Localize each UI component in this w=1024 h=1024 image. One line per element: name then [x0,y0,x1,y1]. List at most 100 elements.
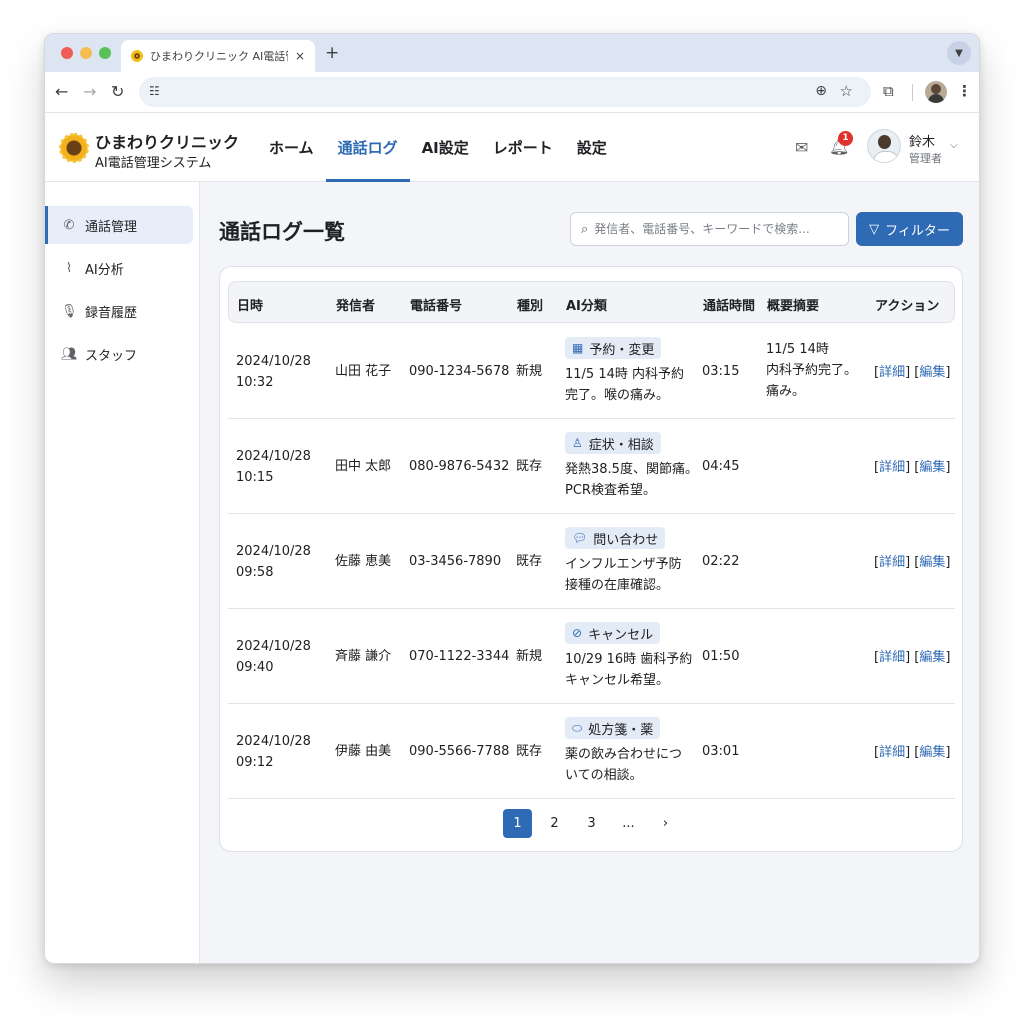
nav-reports[interactable]: レポート [481,113,565,182]
table-row: 2024/10/28 10:32 山田 花子 090-1234-5678 新規 ▦… [228,324,955,419]
browser-toolbar: ← → ↻ ☷ ⊕ ☆ ⧉ ⋮ [45,72,979,113]
column-header-duration[interactable]: 通話時間 [703,295,755,314]
row-type: 新規 [516,364,543,379]
row-datetime: 2024/10/28 09:12 [236,734,311,770]
next-page-chevron-icon[interactable]: › [651,809,680,838]
row-duration: 04:45 [702,459,740,474]
users-icon: 👥︎ [61,346,78,362]
row-phone: 03-3456-7890 [409,554,502,569]
ai-summary-text: 10/29 16時 歯科予約 キャンセル希望。 [565,652,693,688]
edit-link[interactable]: 編集 [919,745,945,760]
detail-link[interactable]: 詳細 [879,460,905,475]
browser-window: ひまわりクリニック AI電話管理 × + ▼ ← → ↻ ☷ ⊕ ☆ ⧉ ⋮ ひ… [44,33,980,964]
forward-arrow-icon[interactable]: → [83,82,96,102]
row-datetime: 2024/10/28 09:40 [236,639,311,675]
bookmark-star-icon[interactable]: ☆ [840,82,853,100]
browser-tab[interactable]: ひまわりクリニック AI電話管理 × [121,40,315,72]
page-1-button[interactable]: 1 [503,809,532,838]
row-actions: [詳細] [編集] [874,650,951,665]
row-caller: 佐藤 恵美 [335,554,392,569]
zoom-icon[interactable]: ⊕ [815,83,827,99]
cancel-icon: ⊘ [572,626,583,640]
sidebar-item-recording-history[interactable]: 🎙︎ 録音履歴 [45,292,193,330]
user-name[interactable]: 鈴木 [909,131,935,150]
sunflower-logo-icon [59,133,89,163]
nav-settings[interactable]: 設定 [565,113,619,182]
mail-icon[interactable]: ✉ [795,138,808,157]
row-phone: 070-1122-3344 [409,649,510,664]
sidebar-item-call-management[interactable]: ✆ 通話管理 [45,206,193,244]
edit-link[interactable]: 編集 [919,555,945,570]
tab-close-icon[interactable]: × [295,49,305,63]
close-window-button[interactable] [61,47,73,59]
sidebar-item-staff[interactable]: 👥︎ スタッフ [45,335,193,373]
row-type: 既存 [516,459,543,474]
address-bar[interactable]: ☷ ⊕ ☆ [139,77,871,107]
site-settings-icon[interactable]: ☷ [149,84,160,98]
column-header-ai-category[interactable]: AI分類 [566,295,607,314]
column-header-type[interactable]: 種別 [517,295,543,314]
row-duration: 02:22 [702,554,740,569]
filter-button[interactable]: ▽ フィルター [856,212,963,246]
row-caller: 田中 太郎 [335,459,392,474]
pagination: 1 2 3 ... › [503,809,680,838]
detail-link[interactable]: 詳細 [879,555,905,570]
page-3-button[interactable]: 3 [577,809,606,838]
nav-ai-settings[interactable]: AI設定 [410,113,481,182]
detail-link[interactable]: 詳細 [879,365,905,380]
person-icon: ♙ [572,436,583,450]
ai-category-badge: ▦ 予約・変更 [565,337,662,359]
pill-icon: ⬭ [572,720,583,735]
nav-call-log[interactable]: 通話ログ [325,113,410,182]
edit-link[interactable]: 編集 [919,365,945,380]
column-header-phone[interactable]: 電話番号 [410,295,462,314]
sidebar-item-label: AI分析 [85,262,124,278]
sidebar: ✆ 通話管理 ⌇ AI分析 🎙︎ 録音履歴 👥︎ スタッフ [45,182,200,963]
sunflower-favicon-icon [131,50,143,62]
ai-summary-text: インフルエンザ予防 接種の在庫確認。 [565,557,682,593]
tab-search-chevron-icon[interactable]: ▼ [947,41,971,65]
main-nav: ホーム 通話ログ AI設定 レポート 設定 [257,113,619,182]
row-phone: 090-1234-5678 [409,364,510,379]
edit-link[interactable]: 編集 [919,460,945,475]
row-phone: 090-5566-7788 [409,744,510,759]
page-2-button[interactable]: 2 [540,809,569,838]
detail-link[interactable]: 詳細 [879,745,905,760]
chevron-down-icon[interactable]: ⌵ [950,140,958,151]
toolbar-divider [912,84,913,101]
column-header-summary[interactable]: 概要摘要 [767,295,819,314]
sidebar-item-ai-analysis[interactable]: ⌇ AI分析 [45,249,193,287]
ai-summary-text: 発熱38.5度、関節痛。 PCR検査希望。 [565,462,698,498]
search-box[interactable]: ⌕ [570,212,849,246]
clinic-name: ひまわりクリニック [95,133,240,152]
extensions-puzzle-icon[interactable]: ⧉ [883,82,894,100]
browser-profile-avatar[interactable] [925,81,947,103]
ai-summary-text: 11/5 14時 内科予約 完了。喉の痛み。 [565,367,684,403]
search-input[interactable] [594,222,833,236]
edit-link[interactable]: 編集 [919,650,945,665]
phone-icon: ✆ [63,217,75,233]
row-datetime: 2024/10/28 09:58 [236,544,311,580]
column-header-datetime[interactable]: 日時 [237,295,263,314]
row-phone: 080-9876-5432 [409,459,510,474]
new-tab-button[interactable]: + [325,43,339,63]
search-icon: ⌕ [581,221,589,237]
detail-link[interactable]: 詳細 [879,650,905,665]
maximize-window-button[interactable] [99,47,111,59]
browser-menu-icon[interactable]: ⋮ [957,82,972,100]
sidebar-item-label: 通話管理 [85,219,138,235]
reload-icon[interactable]: ↻ [111,82,124,102]
ai-category-badge: ⬭ 処方箋・薬 [565,717,661,739]
row-actions: [詳細] [編集] [874,745,951,760]
minimize-window-button[interactable] [80,47,92,59]
page-ellipsis: ... [622,816,635,831]
column-header-actions: アクション [875,299,940,314]
tab-title: ひまわりクリニック AI電話管理 [150,50,288,63]
nav-home[interactable]: ホーム [257,113,326,182]
ai-summary-text: 薬の飲み合わせにつ いての相談。 [565,747,683,783]
row-type: 新規 [516,649,543,664]
sidebar-item-label: スタッフ [85,348,138,364]
back-arrow-icon[interactable]: ← [55,82,68,102]
user-avatar[interactable] [867,129,901,163]
column-header-caller[interactable]: 発信者 [336,295,375,314]
